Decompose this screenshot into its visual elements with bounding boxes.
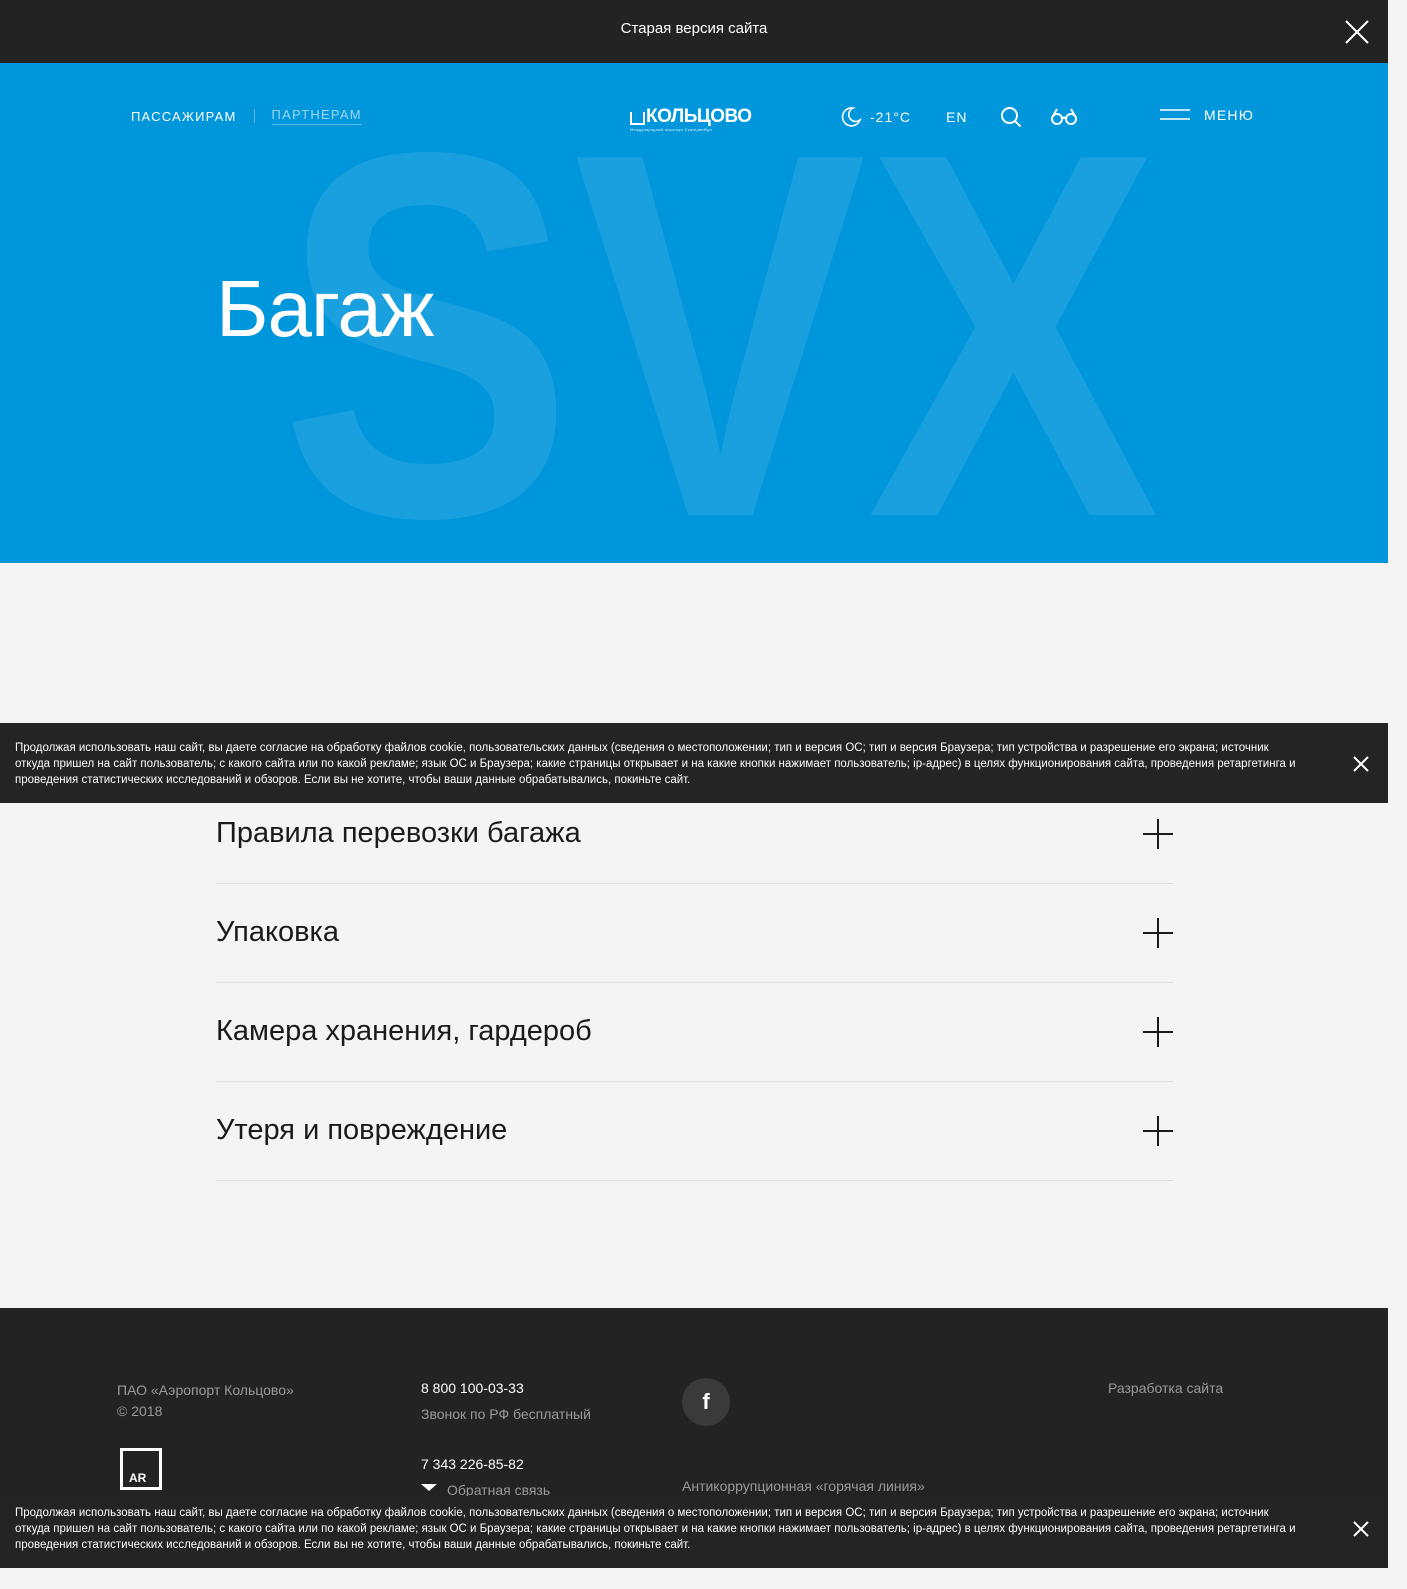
cookie-text: Продолжая использовать наш сайт, вы дает… (15, 742, 1296, 786)
search-icon[interactable] (1000, 106, 1022, 128)
nav-partners[interactable]: ПАРТНЕРАМ (271, 107, 362, 125)
facebook-icon[interactable]: f (682, 1378, 730, 1426)
ar-badge-label: AR (129, 1471, 147, 1485)
hotline-link[interactable]: Антикоррупционная «горячая линия» (682, 1478, 925, 1494)
accordion-item-storage[interactable]: Камера хранения, гардероб (216, 983, 1173, 1082)
old-version-link[interactable]: Старая версия сайта (0, 20, 1388, 37)
moon-icon (841, 107, 862, 127)
developer-link[interactable]: Разработка сайта (1108, 1380, 1223, 1396)
phone-local[interactable]: 7 343 226-85-82 (421, 1456, 524, 1472)
old-version-bar: Старая версия сайта (0, 0, 1388, 63)
logo-wordmark: КОЛЬЦОВО (646, 106, 752, 127)
envelope-icon (421, 1484, 437, 1491)
cookie-text: Продолжая использовать наш сайт, вы дает… (15, 1507, 1296, 1551)
menu-label: МЕНЮ (1204, 107, 1255, 123)
plus-icon[interactable] (1143, 1116, 1173, 1146)
plus-icon[interactable] (1143, 918, 1173, 948)
accordion-item-loss[interactable]: Утеря и повреждение (216, 1082, 1173, 1181)
copyright: © 2018 (117, 1403, 163, 1419)
plus-icon[interactable] (1143, 819, 1173, 849)
plus-icon[interactable] (1143, 1017, 1173, 1047)
ar-badge[interactable]: AR (120, 1448, 162, 1490)
phone-free[interactable]: 8 800 100-03-33 (421, 1380, 524, 1396)
phone-free-note: Звонок по РФ бесплатный (421, 1406, 591, 1422)
accordion-item-label: Утеря и повреждение (216, 1114, 508, 1146)
hamburger-icon (1160, 109, 1190, 120)
cookie-banner-bottom: Продолжая использовать наш сайт, вы дает… (0, 1496, 1388, 1568)
page-title: Багаж (216, 264, 434, 353)
language-switch[interactable]: EN (946, 109, 967, 125)
weather-widget: -21°C (840, 106, 911, 128)
close-icon[interactable] (1344, 19, 1370, 45)
menu-button[interactable]: МЕНЮ (1160, 107, 1254, 123)
accordion-item-label: Правила перевозки багажа (216, 817, 581, 849)
logo[interactable]: КОЛЬЦОВО Международный аэропорт Екатерин… (628, 106, 760, 132)
nav-passengers[interactable]: ПАССАЖИРАМ (131, 109, 237, 124)
logo-tagline: Международный аэропорт Екатеринбург (630, 127, 713, 132)
baggage-accordion: Правила перевозки багажа Упаковка Камера… (216, 785, 1173, 1181)
close-icon[interactable] (1352, 755, 1370, 773)
cookie-banner: Продолжая использовать наш сайт, вы дает… (0, 723, 1388, 803)
audience-nav: ПАССАЖИРАМ ПАРТНЕРАМ (131, 107, 362, 125)
accessibility-glasses-icon[interactable] (1050, 107, 1078, 127)
nav-divider (253, 109, 255, 123)
accordion-item-label: Упаковка (216, 916, 339, 948)
page: Старая версия сайта SVX ПАССАЖИРАМ ПАРТН… (0, 0, 1388, 1568)
temperature: -21°C (870, 109, 911, 125)
close-icon[interactable] (1352, 1520, 1370, 1538)
accordion-item-label: Камера хранения, гардероб (216, 1015, 592, 1047)
accordion-item-packing[interactable]: Упаковка (216, 884, 1173, 983)
footer-company: ПАО «Аэропорт Кольцово» © 2018 (117, 1380, 294, 1422)
hero: SVX ПАССАЖИРАМ ПАРТНЕРАМ КОЛЬЦОВО Междун… (0, 63, 1388, 563)
company-name: ПАО «Аэропорт Кольцово» (117, 1382, 294, 1398)
logo-mark (630, 112, 645, 125)
